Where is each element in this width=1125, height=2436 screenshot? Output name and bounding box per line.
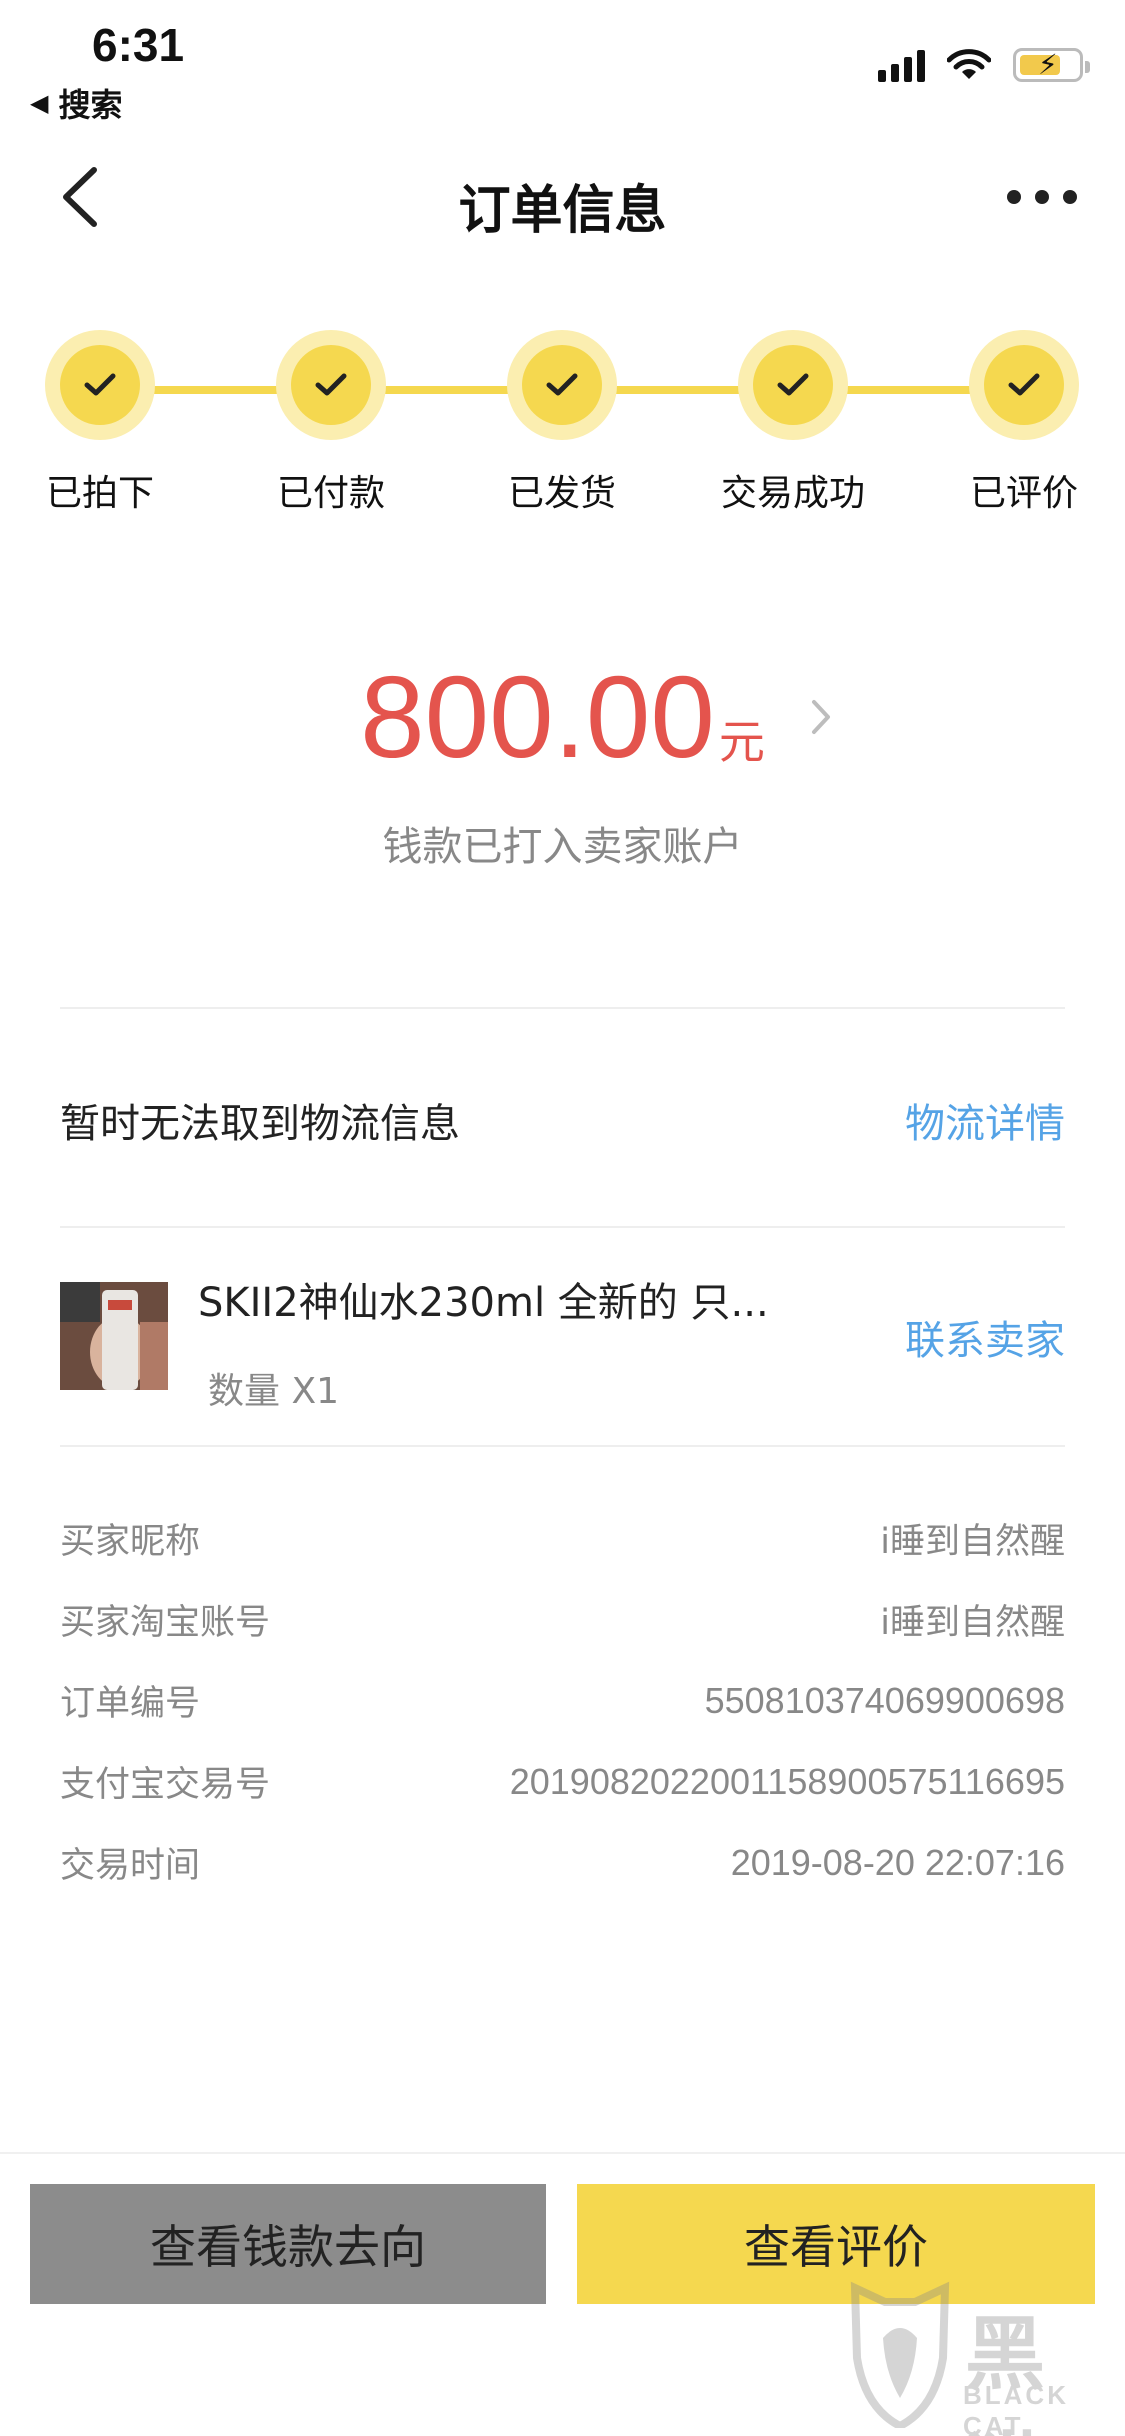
order-amount: 800.00 元 <box>360 650 765 784</box>
divider <box>60 1445 1065 1447</box>
checkmark-icon <box>1008 373 1040 396</box>
cellular-signal-icon <box>878 48 925 82</box>
more-options-icon[interactable] <box>1007 190 1077 204</box>
contact-seller-link[interactable]: 联系卖家 <box>905 1308 1065 1366</box>
info-row-alipay-number: 支付宝交易号 2019082022001158900575116695 <box>60 1741 1065 1822</box>
step-label: 已付款 <box>276 473 385 514</box>
info-row-buyer-nickname: 买家昵称 i睡到自然醒 <box>60 1498 1065 1579</box>
navigation-bar: 订单信息 <box>0 140 1125 260</box>
amount-unit: 元 <box>718 715 765 769</box>
cat-shield-logo-icon <box>850 2281 950 2428</box>
info-value: i睡到自然醒 <box>880 1603 1065 1643</box>
product-item[interactable]: SKII2神仙水230ml 全新的 只... 数量 X1 联系卖家 <box>60 1270 1065 1420</box>
divider <box>60 1007 1065 1009</box>
checkmark-icon <box>777 373 809 396</box>
chevron-right-icon[interactable] <box>806 692 836 742</box>
info-row-buyer-account: 买家淘宝账号 i睡到自然醒 <box>60 1579 1065 1660</box>
wifi-icon <box>947 49 991 79</box>
checkmark-icon <box>84 373 116 396</box>
step-label: 已发货 <box>507 473 616 514</box>
step-ordered: 已拍下 <box>0 330 200 516</box>
checkmark-icon <box>315 373 347 396</box>
back-triangle-icon: ◀ <box>30 89 49 117</box>
product-quantity: 数量 X1 <box>208 1371 340 1412</box>
info-label: 订单编号 <box>60 1684 201 1724</box>
info-value: 2019-08-20 22:07:16 <box>730 1841 1065 1883</box>
watermark-en: BLACK CAT <box>963 2380 1069 2436</box>
info-row-trade-time: 交易时间 2019-08-20 22:07:16 <box>60 1822 1065 1903</box>
product-title[interactable]: SKII2神仙水230ml 全新的 只... <box>198 1270 769 1328</box>
step-reviewed: 已评价 <box>924 330 1124 516</box>
info-value: 550810374069900698 <box>704 1679 1065 1721</box>
step-label: 已评价 <box>969 473 1078 514</box>
amount-section[interactable]: 800.00 元 钱款已打入卖家账户 <box>0 650 1125 872</box>
logistics-row: 暂时无法取到物流信息 物流详情 <box>60 1085 1065 1155</box>
info-row-order-number: 订单编号 550810374069900698 <box>60 1660 1065 1741</box>
status-bar: 6:31 ◀ 搜索 ⚡ <box>0 0 1125 130</box>
step-shipped: 已发货 <box>462 330 662 516</box>
step-label: 已拍下 <box>45 473 154 514</box>
back-to-app-label: 搜索 <box>58 86 123 124</box>
info-label: 交易时间 <box>60 1846 201 1886</box>
black-cat-watermark: 黑猫 BLACK CAT <box>845 2272 1115 2436</box>
info-value: i睡到自然醒 <box>880 1522 1065 1562</box>
info-label: 支付宝交易号 <box>60 1765 271 1805</box>
product-thumbnail[interactable] <box>60 1282 168 1390</box>
order-progress: 已拍下 已付款 已发货 交易成功 已评价 <box>0 330 1125 530</box>
info-label: 买家淘宝账号 <box>60 1603 271 1643</box>
back-to-app-link[interactable]: ◀ 搜索 <box>30 80 122 126</box>
view-money-flow-button[interactable]: 查看钱款去向 <box>30 2184 546 2304</box>
step-paid: 已付款 <box>231 330 431 516</box>
amount-value: 800.00 <box>360 652 715 782</box>
status-icons: ⚡ <box>878 48 1090 82</box>
amount-status-note: 钱款已打入卖家账户 <box>382 824 743 870</box>
product-photo-icon <box>60 1282 168 1390</box>
order-info-list: 买家昵称 i睡到自然醒 买家淘宝账号 i睡到自然醒 订单编号 550810374… <box>60 1498 1065 1903</box>
battery-icon: ⚡ <box>1013 48 1090 82</box>
divider <box>60 1226 1065 1228</box>
status-time: 6:31 <box>92 19 185 71</box>
step-completed: 交易成功 <box>693 330 893 516</box>
logistics-status: 暂时无法取到物流信息 <box>60 1101 460 1147</box>
logistics-detail-link[interactable]: 物流详情 <box>905 1091 1065 1149</box>
checkmark-icon <box>546 373 578 396</box>
charging-bolt-icon: ⚡ <box>1038 48 1058 81</box>
info-value: 2019082022001158900575116695 <box>509 1760 1065 1802</box>
step-label: 交易成功 <box>720 473 865 514</box>
info-label: 买家昵称 <box>60 1522 201 1562</box>
page-title: 订单信息 <box>458 181 667 241</box>
